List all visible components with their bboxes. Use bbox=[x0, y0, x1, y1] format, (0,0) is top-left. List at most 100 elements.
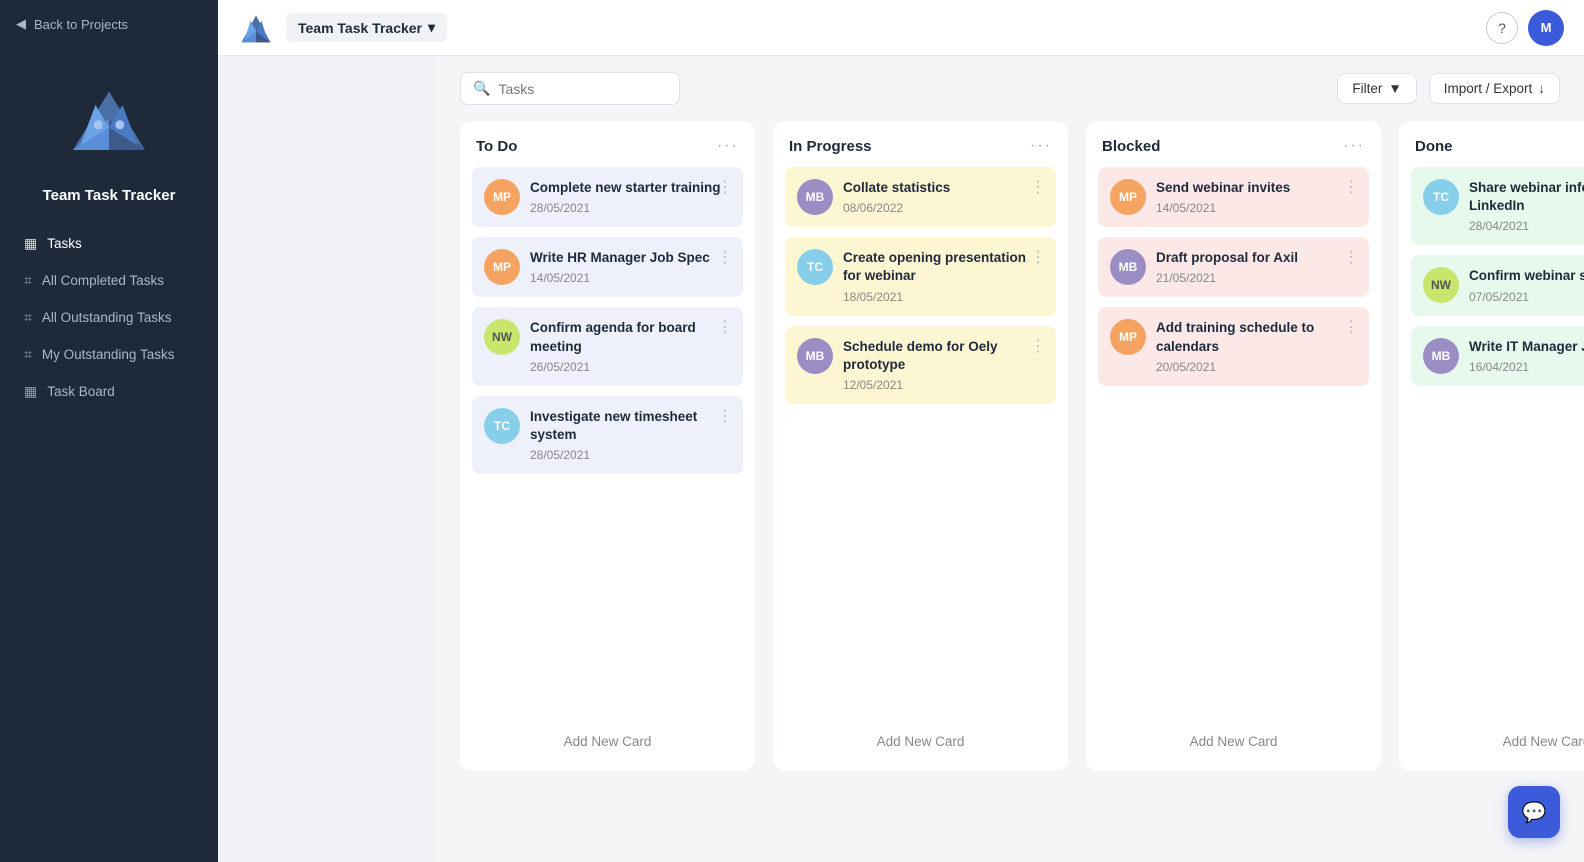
card-content: Share webinar information on LinkedIn28/… bbox=[1469, 179, 1584, 233]
back-to-projects-button[interactable]: ◀ Back to Projects bbox=[0, 0, 218, 48]
card-content: Send webinar invites14/05/2021 bbox=[1156, 179, 1357, 215]
chat-icon: 💬 bbox=[1522, 800, 1547, 825]
task-card[interactable]: TCInvestigate new timesheet system28/05/… bbox=[472, 396, 743, 474]
task-card[interactable]: MB Draft proposal for Axil 21/05/2021 ⋮ bbox=[1098, 237, 1369, 297]
sidebar-item-my-outstanding-label: My Outstanding Tasks bbox=[42, 347, 175, 362]
card-date: 07/05/2021 bbox=[1469, 290, 1584, 304]
toolbar: 🔍 Filter ▼ Import / Export ↓ bbox=[436, 56, 1584, 121]
user-avatar-button[interactable]: M bbox=[1528, 10, 1564, 46]
card-title: Write IT Manager Job Spec bbox=[1469, 338, 1584, 356]
card-menu-button[interactable]: ⋮ bbox=[717, 177, 733, 197]
avatar: MP bbox=[484, 179, 520, 215]
card-menu-button[interactable]: ⋮ bbox=[717, 317, 733, 337]
card-date: 28/04/2021 bbox=[1469, 219, 1584, 233]
task-card[interactable]: MP Write HR Manager Job Spec14/05/2021⋮ bbox=[472, 237, 743, 297]
card-date: 12/05/2021 bbox=[843, 378, 1044, 392]
help-button[interactable]: ? bbox=[1486, 12, 1518, 44]
task-card[interactable]: NWConfirm webinar speakers07/05/2021⋮ bbox=[1411, 255, 1584, 315]
task-card[interactable]: MP Complete new starter training28/05/202… bbox=[472, 167, 743, 227]
task-card[interactable]: TC Share webinar information on LinkedIn2… bbox=[1411, 167, 1584, 245]
app-logo bbox=[64, 78, 154, 168]
column-menu-inprogress[interactable]: ··· bbox=[1030, 137, 1052, 155]
card-title: Complete new starter training bbox=[530, 179, 731, 197]
card-title: Confirm webinar speakers bbox=[1469, 267, 1584, 285]
search-box: 🔍 bbox=[460, 72, 680, 105]
card-menu-button[interactable]: ⋮ bbox=[1030, 177, 1046, 197]
column-done: Done···TCShare webinar information on Li… bbox=[1399, 121, 1584, 771]
main-content: 🔍 Filter ▼ Import / Export ↓ To Do ··· MP C… bbox=[436, 56, 1584, 862]
card-title: Create opening presentation for webinar bbox=[843, 249, 1044, 285]
task-card[interactable]: NWConfirm agenda for board meeting26/05/… bbox=[472, 307, 743, 385]
import-export-label: Import / Export bbox=[1444, 81, 1533, 96]
filter-icon: ⌗ bbox=[24, 272, 32, 289]
card-menu-button[interactable]: ⋮ bbox=[717, 247, 733, 267]
card-content: Schedule demo for Oely prototype12/05/20… bbox=[843, 338, 1044, 392]
task-card[interactable]: TC Create opening presentation for webina… bbox=[785, 237, 1056, 315]
column-menu-todo[interactable]: ··· bbox=[717, 137, 739, 155]
card-date: 14/05/2021 bbox=[530, 271, 731, 285]
avatar: MB bbox=[797, 338, 833, 374]
add-new-card-todo[interactable]: Add New Card bbox=[472, 724, 743, 759]
chat-button[interactable]: 💬 bbox=[1508, 786, 1560, 838]
back-label: Back to Projects bbox=[34, 17, 128, 32]
logo-area bbox=[0, 58, 218, 178]
avatar: TC bbox=[797, 249, 833, 285]
sidebar-item-tasks-label: Tasks bbox=[47, 236, 82, 251]
sidebar-item-all-completed-label: All Completed Tasks bbox=[42, 273, 164, 288]
sidebar-nav: ▦ Tasks ⌗ All Completed Tasks ⌗ All Outs… bbox=[0, 226, 218, 411]
sidebar-item-my-outstanding[interactable]: ⌗ My Outstanding Tasks bbox=[10, 337, 208, 372]
sidebar-item-all-outstanding[interactable]: ⌗ All Outstanding Tasks bbox=[10, 300, 208, 335]
topbar: Team Task Tracker ▾ ? M bbox=[218, 0, 1584, 56]
card-date: 20/05/2021 bbox=[1156, 360, 1357, 374]
column-title-done: Done bbox=[1415, 138, 1453, 155]
task-card[interactable]: MBWrite IT Manager Job Spec16/04/2021⋮ bbox=[1411, 326, 1584, 386]
sidebar-item-task-board[interactable]: ▦ Task Board bbox=[10, 374, 208, 409]
task-board: To Do···MPComplete new starter training2… bbox=[436, 121, 1584, 862]
board-icon: ▦ bbox=[24, 383, 37, 400]
avatar: MP bbox=[1110, 179, 1146, 215]
search-input[interactable] bbox=[498, 81, 667, 97]
avatar: MP bbox=[1110, 319, 1146, 355]
card-menu-button[interactable]: ⋮ bbox=[1030, 247, 1046, 267]
card-title: Collate statistics bbox=[843, 179, 1044, 197]
add-new-card-done[interactable]: Add New Card bbox=[1411, 724, 1584, 759]
card-content: Write IT Manager Job Spec 16/04/2021 bbox=[1469, 338, 1584, 374]
avatar: MB bbox=[1110, 249, 1146, 285]
card-menu-button[interactable]: ⋮ bbox=[1343, 317, 1359, 337]
add-new-card-inprogress[interactable]: Add New Card bbox=[785, 724, 1056, 759]
task-card[interactable]: MP Send webinar invites14/05/2021⋮ bbox=[1098, 167, 1369, 227]
sidebar-item-all-completed[interactable]: ⌗ All Completed Tasks bbox=[10, 263, 208, 298]
column-header-blocked: Blocked··· bbox=[1086, 121, 1381, 167]
card-date: 08/06/2022 bbox=[843, 201, 1044, 215]
card-menu-button[interactable]: ⋮ bbox=[717, 406, 733, 426]
topbar-logo-icon bbox=[238, 10, 274, 46]
task-card[interactable]: MBCollate statistics08/06/2022⋮ bbox=[785, 167, 1056, 227]
avatar: MP bbox=[484, 249, 520, 285]
card-title: Add training schedule to calendars bbox=[1156, 319, 1357, 355]
add-new-card-blocked[interactable]: Add New Card bbox=[1098, 724, 1369, 759]
column-title-todo: To Do bbox=[476, 138, 517, 155]
filter-icon: ▼ bbox=[1388, 81, 1401, 96]
project-title-button[interactable]: Team Task Tracker ▾ bbox=[286, 13, 447, 42]
card-date: 16/04/2021 bbox=[1469, 360, 1584, 374]
column-title-inprogress: In Progress bbox=[789, 138, 872, 155]
card-date: 21/05/2021 bbox=[1156, 271, 1357, 285]
card-menu-button[interactable]: ⋮ bbox=[1343, 177, 1359, 197]
filter-button[interactable]: Filter ▼ bbox=[1337, 73, 1416, 104]
card-menu-button[interactable]: ⋮ bbox=[1030, 336, 1046, 356]
task-card[interactable]: MP Add training schedule to calendars 20/0… bbox=[1098, 307, 1369, 385]
card-content: Complete new starter training28/05/2021 bbox=[530, 179, 731, 215]
card-date: 26/05/2021 bbox=[530, 360, 731, 374]
sidebar-item-tasks[interactable]: ▦ Tasks bbox=[10, 226, 208, 261]
card-content: Write HR Manager Job Spec14/05/2021 bbox=[530, 249, 731, 285]
column-menu-blocked[interactable]: ··· bbox=[1343, 137, 1365, 155]
card-date: 28/05/2021 bbox=[530, 448, 731, 462]
card-title: Draft proposal for Axil bbox=[1156, 249, 1357, 267]
card-content: Add training schedule to calendars 20/05/… bbox=[1156, 319, 1357, 373]
task-card[interactable]: MB Schedule demo for Oely prototype12/05/… bbox=[785, 326, 1056, 404]
avatar: TC bbox=[1423, 179, 1459, 215]
search-icon: 🔍 bbox=[473, 80, 490, 97]
import-export-button[interactable]: Import / Export ↓ bbox=[1429, 73, 1560, 104]
card-date: 18/05/2021 bbox=[843, 290, 1044, 304]
card-menu-button[interactable]: ⋮ bbox=[1343, 247, 1359, 267]
